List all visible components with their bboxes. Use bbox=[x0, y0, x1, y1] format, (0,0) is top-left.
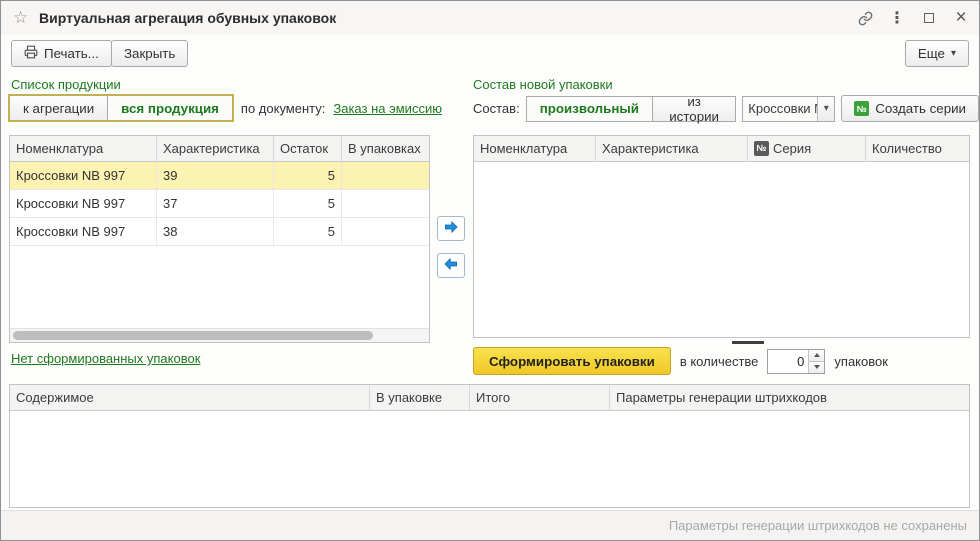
status-bar: Параметры генерации штрихкодов не сохран… bbox=[1, 510, 979, 540]
column-header-series[interactable]: № Серия bbox=[748, 136, 866, 162]
mode-from-history[interactable]: из истории bbox=[652, 96, 736, 122]
print-button-label: Печать... bbox=[44, 46, 99, 61]
spin-up-button[interactable] bbox=[809, 350, 824, 361]
column-header-in-package[interactable]: В упаковке bbox=[370, 385, 470, 411]
column-header-nomenclature[interactable]: Номенклатура bbox=[474, 136, 596, 162]
product-list-controls: к агрегации вся продукция по документу: … bbox=[9, 95, 442, 121]
form-packages-row: Сформировать упаковки в количестве упако… bbox=[473, 347, 888, 375]
move-left-button[interactable] bbox=[437, 253, 465, 278]
favorite-star-icon[interactable]: ☆ bbox=[13, 8, 28, 28]
cell-characteristic: 38 bbox=[157, 218, 274, 246]
spinner bbox=[808, 350, 824, 373]
arrow-left-icon bbox=[442, 256, 460, 275]
spin-down-button[interactable] bbox=[809, 361, 824, 373]
splitter-grip[interactable] bbox=[732, 341, 764, 344]
numero-icon: № bbox=[754, 141, 769, 156]
link-icon[interactable] bbox=[857, 10, 873, 26]
titlebar: ☆ Виртуальная агрегация обувных упаковок… bbox=[1, 1, 979, 35]
window-title: Виртуальная агрегация обувных упаковок bbox=[39, 1, 336, 35]
scrollbar-thumb[interactable] bbox=[13, 331, 373, 340]
column-header-quantity[interactable]: Количество bbox=[866, 136, 969, 162]
product-filter-toggle: к агрегации вся продукция bbox=[9, 95, 233, 121]
cell-packed bbox=[342, 190, 429, 218]
chevron-down-icon[interactable]: ▾ bbox=[817, 97, 834, 121]
quantity-suffix-label: упаковок bbox=[834, 354, 888, 369]
maximize-icon[interactable] bbox=[921, 10, 937, 26]
close-form-button[interactable]: Закрыть bbox=[111, 40, 188, 67]
cell-stock: 5 bbox=[274, 162, 342, 190]
new-package-controls: Состав: произвольный из истории Кроссовк… bbox=[473, 95, 979, 122]
emission-order-link[interactable]: Заказ на эмиссию bbox=[333, 101, 442, 116]
triangle-up-icon bbox=[814, 353, 820, 357]
triangle-down-icon bbox=[814, 365, 820, 369]
table-row[interactable]: Кроссовки NB 997 37 5 bbox=[10, 190, 429, 218]
form-packages-button[interactable]: Сформировать упаковки bbox=[473, 347, 671, 375]
more-button[interactable]: Еще ▾ bbox=[905, 40, 969, 67]
cell-packed bbox=[342, 218, 429, 246]
by-document-label: по документу: bbox=[241, 101, 325, 116]
new-package-title: Состав новой упаковки bbox=[473, 77, 613, 92]
column-header-packed[interactable]: В упаковках bbox=[342, 136, 429, 162]
status-text: Параметры генерации штрихкодов не сохран… bbox=[669, 511, 967, 540]
result-table-header: Содержимое В упаковке Итого Параметры ге… bbox=[10, 385, 969, 411]
product-table: Номенклатура Характеристика Остаток В уп… bbox=[9, 135, 430, 343]
column-header-characteristic[interactable]: Характеристика bbox=[596, 136, 748, 162]
column-header-nomenclature[interactable]: Номенклатура bbox=[10, 136, 157, 162]
table-row[interactable]: Кроссовки NB 997 39 5 bbox=[10, 162, 429, 190]
column-header-barcode-params[interactable]: Параметры генерации штрихкодов bbox=[610, 385, 969, 411]
mode-custom[interactable]: произвольный bbox=[526, 96, 653, 122]
history-package-combobox[interactable]: Кроссовки N ▾ bbox=[742, 96, 835, 122]
printer-icon bbox=[24, 45, 38, 62]
no-packages-link[interactable]: Нет сформированных упаковок bbox=[11, 351, 200, 366]
toolbar: Печать... Закрыть Еще ▾ bbox=[1, 37, 979, 71]
column-header-stock[interactable]: Остаток bbox=[274, 136, 342, 162]
cell-nomenclature: Кроссовки NB 997 bbox=[10, 190, 157, 218]
cell-stock: 5 bbox=[274, 218, 342, 246]
table-row[interactable]: Кроссовки NB 997 38 5 bbox=[10, 218, 429, 246]
result-table: Содержимое В упаковке Итого Параметры ге… bbox=[9, 384, 970, 508]
create-series-label: Создать серии bbox=[875, 101, 966, 116]
filter-all-products[interactable]: вся продукция bbox=[107, 95, 233, 121]
cell-stock: 5 bbox=[274, 190, 342, 218]
package-content-table: Номенклатура Характеристика № Серия Коли… bbox=[473, 135, 970, 338]
app-window: ☆ Виртуальная агрегация обувных упаковок… bbox=[0, 0, 980, 541]
cell-packed bbox=[342, 162, 429, 190]
filter-to-aggregation[interactable]: к агрегации bbox=[9, 95, 108, 121]
column-header-contents[interactable]: Содержимое bbox=[10, 385, 370, 411]
horizontal-scrollbar[interactable] bbox=[10, 328, 429, 342]
column-header-characteristic[interactable]: Характеристика bbox=[157, 136, 274, 162]
cell-nomenclature: Кроссовки NB 997 bbox=[10, 218, 157, 246]
series-header-label: Серия bbox=[773, 136, 811, 161]
chevron-down-icon: ▾ bbox=[951, 48, 956, 59]
kebab-menu-icon[interactable]: ⋮ bbox=[889, 10, 905, 26]
titlebar-icons: ⋮ × bbox=[857, 1, 969, 35]
create-series-button[interactable]: № Создать серии bbox=[841, 95, 979, 122]
move-right-button[interactable] bbox=[437, 216, 465, 241]
product-table-header: Номенклатура Характеристика Остаток В уп… bbox=[10, 136, 429, 162]
print-button[interactable]: Печать... bbox=[11, 40, 112, 67]
product-list-title: Список продукции bbox=[11, 77, 121, 92]
column-header-total[interactable]: Итого bbox=[470, 385, 610, 411]
close-icon[interactable]: × bbox=[953, 10, 969, 26]
quantity-label: в количестве bbox=[680, 354, 759, 369]
numero-icon: № bbox=[854, 101, 869, 116]
package-table-header: Номенклатура Характеристика № Серия Коли… bbox=[474, 136, 969, 162]
compose-mode-toggle: произвольный из истории bbox=[526, 96, 737, 122]
cell-nomenclature: Кроссовки NB 997 bbox=[10, 162, 157, 190]
compose-label: Состав: bbox=[473, 101, 520, 116]
combobox-value: Кроссовки N bbox=[743, 97, 817, 121]
cell-characteristic: 39 bbox=[157, 162, 274, 190]
arrow-right-icon bbox=[442, 219, 460, 238]
cell-characteristic: 37 bbox=[157, 190, 274, 218]
more-button-label: Еще bbox=[918, 46, 945, 61]
quantity-stepper bbox=[767, 349, 825, 374]
close-form-label: Закрыть bbox=[124, 46, 175, 61]
